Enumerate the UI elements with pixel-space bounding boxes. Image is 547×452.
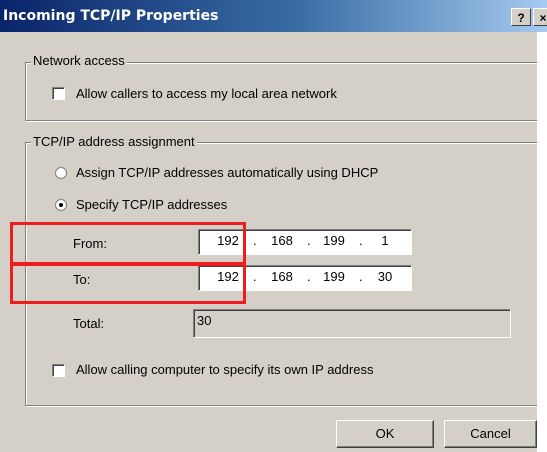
to-ip-octet-3[interactable]: 199 <box>317 269 351 284</box>
allow-own-ip-checkbox[interactable] <box>52 364 65 377</box>
allow-own-ip-label[interactable]: Allow calling computer to specify its ow… <box>76 362 373 377</box>
ok-button[interactable]: OK <box>336 420 434 448</box>
to-ip-octet-4[interactable]: 30 <box>371 269 399 284</box>
from-row-highlight <box>10 222 246 266</box>
window-edge <box>537 32 547 452</box>
cancel-button[interactable]: Cancel <box>444 420 537 448</box>
ip-dot: . <box>253 269 257 284</box>
radio-selected-dot <box>59 203 63 207</box>
from-ip-octet-4[interactable]: 1 <box>371 233 399 248</box>
ip-dot: . <box>307 269 311 284</box>
tcpip-assignment-legend: TCP/IP address assignment <box>31 134 197 149</box>
specify-radio[interactable] <box>55 199 67 211</box>
to-row-highlight <box>10 262 246 304</box>
dhcp-radio-label[interactable]: Assign TCP/IP addresses automatically us… <box>76 165 378 180</box>
window-title: Incoming TCP/IP Properties <box>3 8 219 24</box>
specify-radio-label[interactable]: Specify TCP/IP addresses <box>76 197 227 212</box>
from-ip-octet-2[interactable]: 168 <box>265 233 299 248</box>
total-field: 30 <box>193 309 511 338</box>
total-value: 30 <box>197 313 212 328</box>
allow-lan-checkbox[interactable] <box>52 87 65 100</box>
allow-lan-label[interactable]: Allow callers to access my local area ne… <box>76 86 337 101</box>
close-button[interactable]: × <box>533 8 547 26</box>
to-ip-octet-2[interactable]: 168 <box>265 269 299 284</box>
dhcp-radio[interactable] <box>55 167 67 179</box>
network-access-legend: Network access <box>31 53 127 68</box>
ip-dot: . <box>359 269 363 284</box>
dialog-window: Incoming TCP/IP Properties ? × Network a… <box>0 0 547 452</box>
help-button[interactable]: ? <box>511 8 531 26</box>
title-bar[interactable]: Incoming TCP/IP Properties ? × <box>0 0 547 32</box>
ip-dot: . <box>253 233 257 248</box>
total-label: Total: <box>73 316 105 331</box>
from-ip-octet-3[interactable]: 199 <box>317 233 351 248</box>
ip-dot: . <box>307 233 311 248</box>
ip-dot: . <box>359 233 363 248</box>
